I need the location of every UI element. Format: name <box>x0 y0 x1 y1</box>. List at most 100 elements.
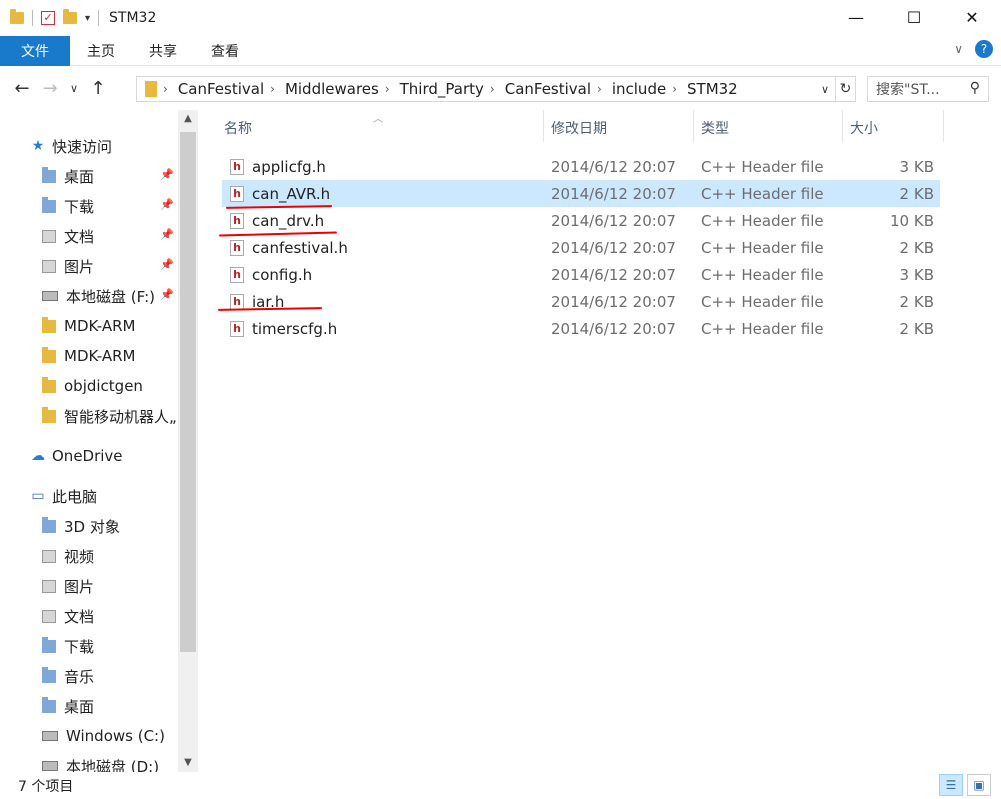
file-name-cell[interactable]: h config.h <box>230 266 312 284</box>
forward-button[interactable]: → <box>36 78 64 99</box>
sidebar-item[interactable]: 桌面 <box>42 692 200 720</box>
sidebar-item[interactable]: 图片 <box>42 252 200 280</box>
breadcrumb-label[interactable]: Middlewares <box>285 80 379 98</box>
file-name-cell[interactable]: h can_drv.h <box>230 212 324 230</box>
tab-file[interactable]: 文件 <box>0 35 70 66</box>
column-divider[interactable] <box>693 110 694 142</box>
search-icon[interactable]: ⚲ <box>970 80 980 96</box>
status-bar: 7 个项目 ☰ ▣ <box>0 772 1001 799</box>
breadcrumb-label[interactable]: STM32 <box>687 80 738 98</box>
breadcrumb-separator[interactable]: › <box>490 82 495 96</box>
breadcrumb-label[interactable]: CanFestival <box>178 80 264 98</box>
sidebar-item[interactable]: ☁ OneDrive <box>30 442 200 470</box>
minimize-button[interactable]: — <box>827 0 885 34</box>
search-input[interactable]: 搜索"ST... ⚲ <box>867 76 989 102</box>
recent-locations-button[interactable]: ∨ <box>64 82 84 95</box>
sidebar-item[interactable]: 本地磁盘 (D:) <box>42 752 200 772</box>
tab-view[interactable]: 查看 <box>194 36 256 66</box>
sidebar-item[interactable]: 智能移动机器人„ <box>42 402 200 430</box>
file-type: C++ Header file <box>701 157 824 176</box>
back-button[interactable]: ← <box>8 78 36 99</box>
close-button[interactable]: ✕ <box>943 0 1001 34</box>
tab-share[interactable]: 共享 <box>132 36 194 66</box>
file-row[interactable]: h canfestival.h 2014/6/12 20:07 C++ Header … <box>222 234 940 261</box>
sidebar-item[interactable]: 本地磁盘 (F:) <box>42 282 200 310</box>
column-name[interactable]: 名称 <box>224 118 252 138</box>
customize-toolbar-icon[interactable]: ▾ <box>85 13 90 24</box>
new-folder-icon[interactable] <box>63 9 77 24</box>
file-row[interactable]: h can_AVR.h 2014/6/12 20:07 C++ Header file… <box>222 180 940 207</box>
sidebar-item[interactable]: 图片 <box>42 572 200 600</box>
sidebar-item[interactable]: MDK-ARM <box>42 342 200 370</box>
pin-icon[interactable]: 📌 <box>160 168 174 181</box>
breadcrumb-label[interactable]: CanFestival <box>505 80 591 98</box>
refresh-button[interactable]: ↻ <box>835 77 855 101</box>
breadcrumb-item[interactable]: CanFestival › <box>505 80 612 98</box>
breadcrumb-separator[interactable]: › <box>270 82 275 96</box>
breadcrumb-item[interactable]: CanFestival › <box>178 80 285 98</box>
column-size[interactable]: 大小 <box>850 118 878 138</box>
breadcrumb-label[interactable]: include <box>612 80 666 98</box>
sidebar-item-label: 3D 对象 <box>64 517 120 536</box>
file-row[interactable]: h can_drv.h 2014/6/12 20:07 C++ Header file… <box>222 207 940 234</box>
file-row[interactable]: h iar.h 2014/6/12 20:07 C++ Header file 2 KB <box>222 288 940 315</box>
pin-icon[interactable]: 📌 <box>160 198 174 211</box>
sidebar-item[interactable]: 桌面 <box>42 162 200 190</box>
sidebar-item[interactable]: Windows (C:) <box>42 722 200 750</box>
sidebar-item[interactable]: 视频 <box>42 542 200 570</box>
documents-folder-icon <box>42 229 56 243</box>
scroll-down-icon[interactable]: ▼ <box>178 754 198 772</box>
sidebar-item[interactable]: 下载 <box>42 192 200 220</box>
breadcrumb-item[interactable]: include › <box>612 80 687 98</box>
breadcrumb-separator[interactable]: › <box>672 82 677 96</box>
sidebar-item[interactable]: ▭ 此电脑 <box>30 482 200 510</box>
file-row[interactable]: h timerscfg.h 2014/6/12 20:07 C++ Header fi… <box>222 315 940 342</box>
column-divider[interactable] <box>842 110 843 142</box>
column-type[interactable]: 类型 <box>701 118 729 138</box>
breadcrumb-item[interactable]: Middlewares › <box>285 80 400 98</box>
file-name-cell[interactable]: h timerscfg.h <box>230 320 337 338</box>
file-date: 2014/6/12 20:07 <box>551 265 676 284</box>
address-dropdown-button[interactable]: ∨ <box>815 77 835 101</box>
help-icon[interactable]: ? <box>975 40 993 58</box>
breadcrumb-separator[interactable]: › <box>163 82 168 96</box>
tab-home[interactable]: 主页 <box>70 36 132 66</box>
file-name-cell[interactable]: h canfestival.h <box>230 239 348 257</box>
column-date[interactable]: 修改日期 <box>551 118 607 138</box>
breadcrumb-label[interactable]: Third_Party <box>400 80 484 98</box>
up-button[interactable]: ↑ <box>84 78 112 99</box>
address-bar[interactable]: › CanFestival › Middlewares › Third_Party › Ca… <box>136 76 856 102</box>
details-view-button[interactable]: ☰ <box>939 774 963 796</box>
file-type: C++ Header file <box>701 292 824 311</box>
file-name-cell[interactable]: h applicfg.h <box>230 158 326 176</box>
sidebar-item[interactable]: 下载 <box>42 632 200 660</box>
sidebar-item[interactable]: ★ 快速访问 <box>30 132 200 160</box>
file-type: C++ Header file <box>701 211 824 230</box>
nav-scrollbar[interactable]: ▲ ▼ <box>178 110 198 772</box>
column-divider[interactable] <box>943 110 944 142</box>
sidebar-item[interactable]: 音乐 <box>42 662 200 690</box>
breadcrumb-separator[interactable]: › <box>385 82 390 96</box>
sidebar-item[interactable]: 3D 对象 <box>42 512 200 540</box>
file-name-cell[interactable]: h can_AVR.h <box>230 185 330 203</box>
maximize-button[interactable]: ☐ <box>885 0 943 34</box>
file-row[interactable]: h applicfg.h 2014/6/12 20:07 C++ Header fil… <box>222 153 940 180</box>
navigation-pane: ★ 快速访问 桌面 📌 下载 📌 文档 📌 图片 📌 本地磁盘 (F:) 📌 MDK-ARM MDK-AR… <box>0 110 200 773</box>
breadcrumb-item[interactable]: STM32 <box>687 80 738 98</box>
breadcrumb-item[interactable]: Third_Party › <box>400 80 505 98</box>
sidebar-item[interactable]: MDK-ARM <box>42 312 200 340</box>
sidebar-item[interactable]: 文档 <box>42 602 200 630</box>
pin-icon[interactable]: 📌 <box>160 258 174 271</box>
scrollbar-thumb[interactable] <box>180 132 196 652</box>
sidebar-item[interactable]: 文档 <box>42 222 200 250</box>
breadcrumb-separator[interactable]: › <box>597 82 602 96</box>
file-row[interactable]: h config.h 2014/6/12 20:07 C++ Header file 3… <box>222 261 940 288</box>
large-icons-view-button[interactable]: ▣ <box>967 774 991 796</box>
properties-icon[interactable]: ✓ <box>41 11 55 25</box>
pin-icon[interactable]: 📌 <box>160 288 174 301</box>
scroll-up-icon[interactable]: ▲ <box>178 110 198 128</box>
expand-ribbon-icon[interactable]: ∨ <box>954 42 963 56</box>
sidebar-item[interactable]: objdictgen <box>42 372 200 400</box>
column-divider[interactable] <box>543 110 544 142</box>
pin-icon[interactable]: 📌 <box>160 228 174 241</box>
